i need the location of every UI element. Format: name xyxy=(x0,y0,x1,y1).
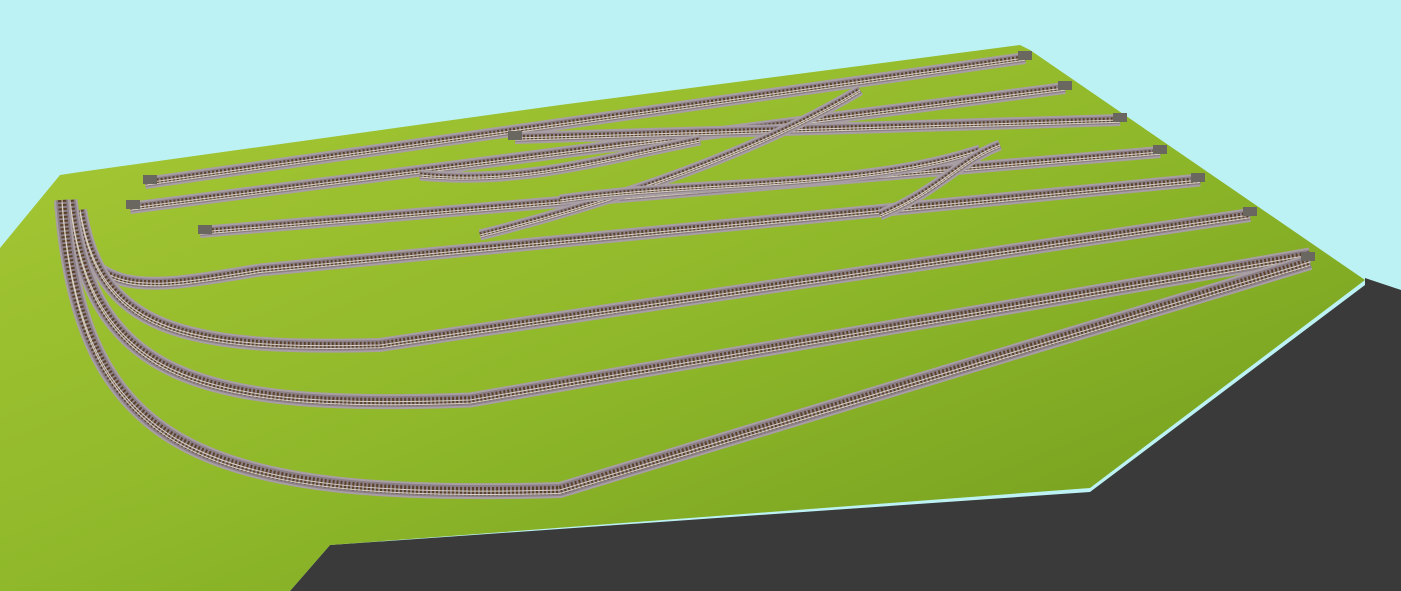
buffer-stop-icon xyxy=(1058,81,1072,90)
buffer-stop-icon xyxy=(508,131,522,140)
buffer-stop-icon xyxy=(1018,51,1032,60)
buffer-stop-icon xyxy=(1153,145,1167,154)
buffer-stop-icon xyxy=(1243,207,1257,216)
buffer-stop-icon xyxy=(1113,113,1127,122)
buffer-stop-icon xyxy=(143,175,157,184)
buffer-stop-icon xyxy=(198,225,212,234)
railway-layout-scene xyxy=(0,0,1401,591)
buffer-stop-icon xyxy=(1301,252,1315,261)
buffer-stop-icon xyxy=(1191,173,1205,182)
layout-svg xyxy=(0,0,1401,591)
buffer-stop-icon xyxy=(126,200,140,209)
